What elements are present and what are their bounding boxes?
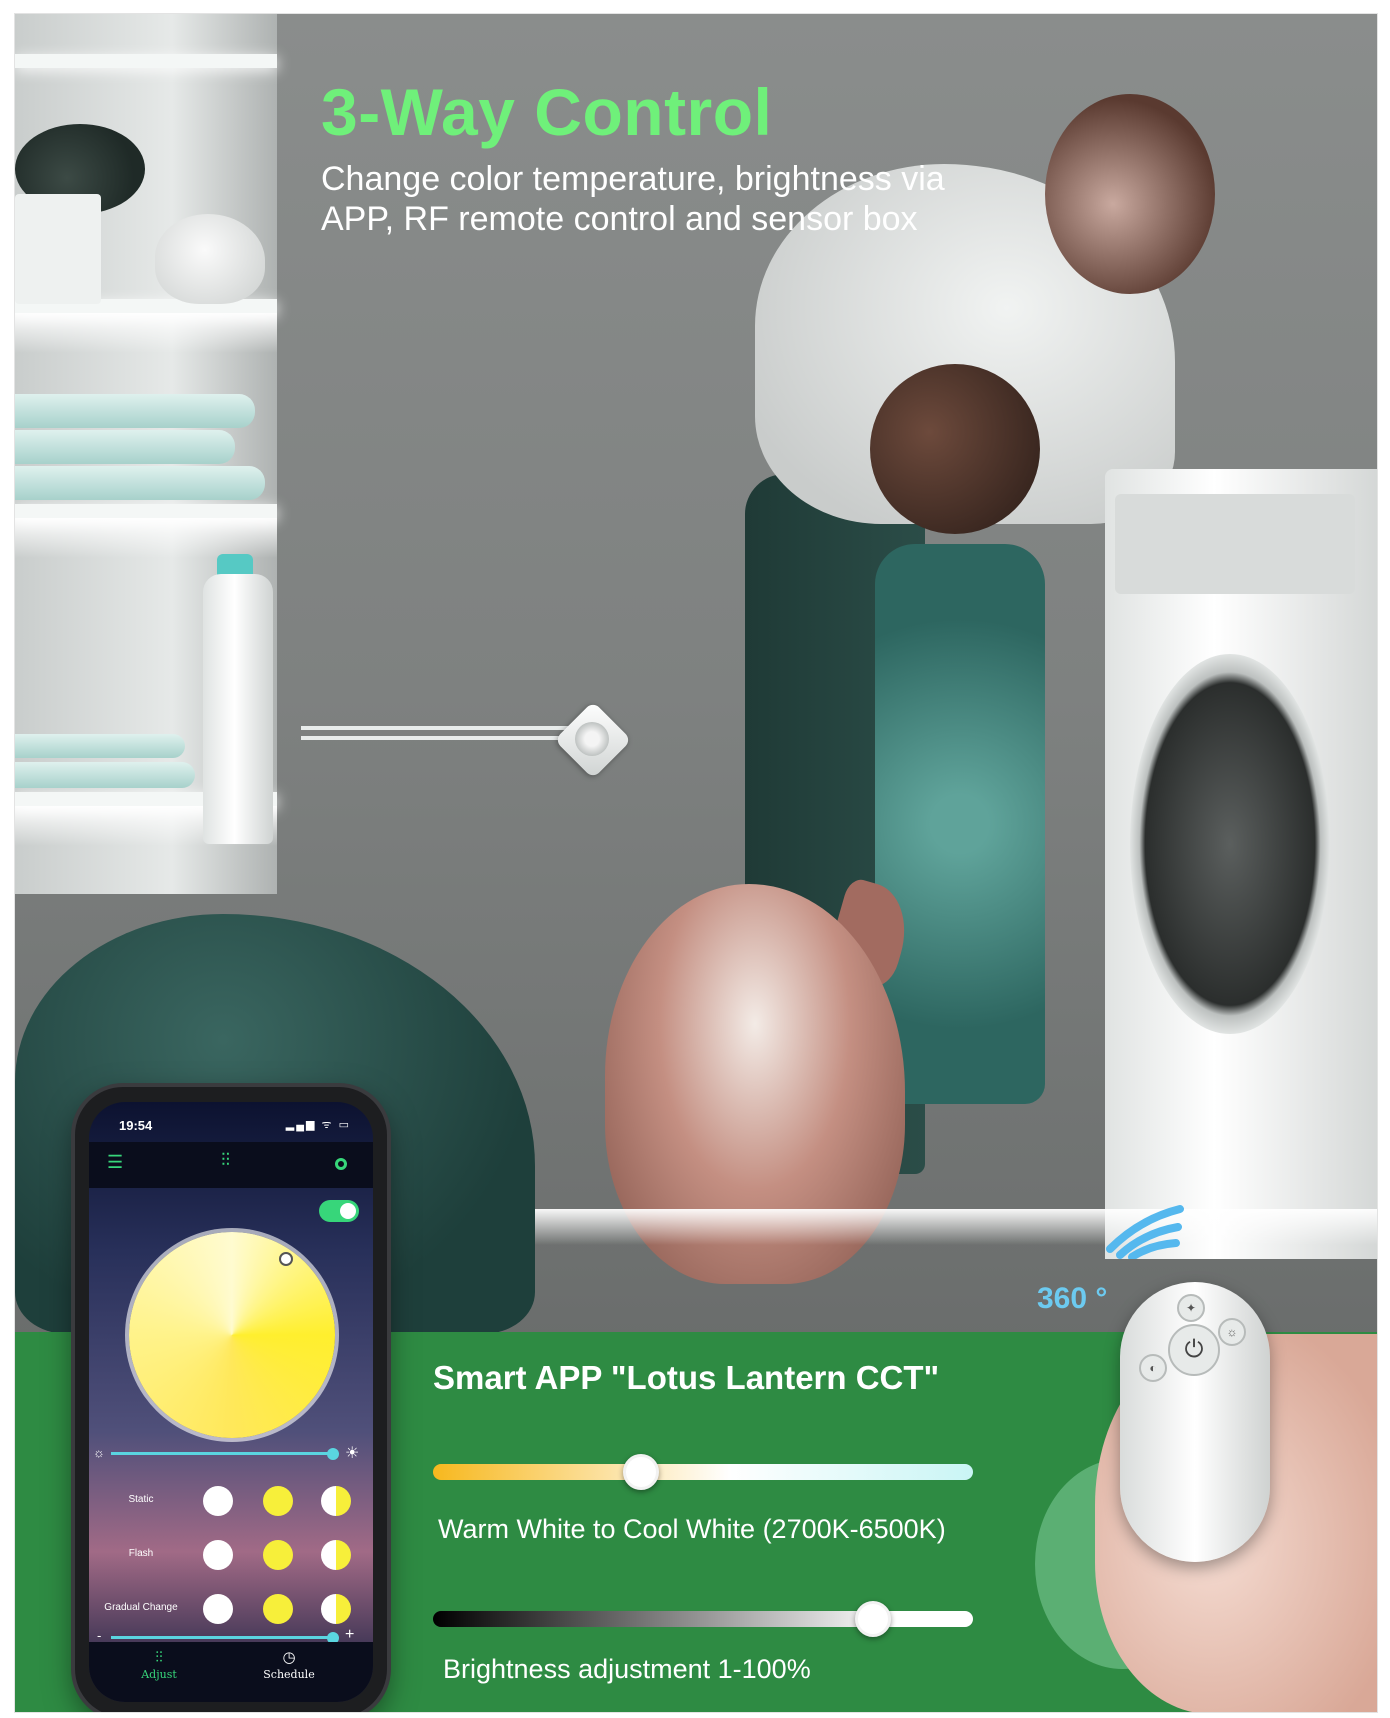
clock-icon: ◷ [282,1648,296,1666]
speed-slider[interactable] [111,1636,329,1639]
washer-door [1130,654,1330,1034]
detergent-bottle-image [203,574,273,844]
equalizer-icon: ⫶⫶ [155,1648,163,1666]
towel-image [15,430,235,464]
speed-minus[interactable]: - [97,1628,101,1643]
cct-label: Warm White to Cool White (2700K-6500K) [438,1514,946,1544]
brightness-slider-track [433,1611,973,1627]
shelf [15,54,277,68]
subtitle: Change color temperature, brightness via… [321,160,945,238]
color-picker-handle[interactable] [279,1252,293,1266]
mode-flash-mixed[interactable] [321,1540,351,1570]
mode-static-white[interactable] [203,1486,233,1516]
settings-dot-icon[interactable] [335,1158,347,1170]
app-topbar [89,1142,373,1188]
brightness-up-button: ✦ [1177,1294,1205,1322]
towel-image [15,762,195,788]
plant-pot-image [15,194,101,304]
towel-image [15,394,255,428]
brightness-low-icon: ☼ [93,1445,105,1460]
mode-gradual-yellow[interactable] [263,1594,293,1624]
towel-image [15,466,265,500]
headline: 3-Way Control [321,75,773,149]
motion-sensor-icon [575,722,609,756]
girl-image [875,544,1045,1104]
toy-bear-image [155,214,265,304]
cct-slider-knob [623,1454,659,1490]
app-screen: 19:54 ▂▄▆ ᯤ ▭ ☰ ⫶⫶ ☼ ☀ Static Flash Grad… [89,1102,373,1702]
nav-schedule[interactable]: ◷ Schedule [249,1648,329,1681]
mode-gradual-white[interactable] [203,1594,233,1624]
status-icons: ▂▄▆ ᯤ ▭ [285,1119,351,1131]
shelf-light [15,518,277,558]
woman-head-image [1045,94,1215,294]
mode-static-mixed[interactable] [321,1486,351,1516]
led-strip-glow [535,1209,1377,1245]
menu-icon[interactable]: ☰ [107,1152,123,1173]
mode-flash-yellow[interactable] [263,1540,293,1570]
shelf [15,504,277,518]
mode-label-gradual: Gradual Change [104,1602,178,1613]
mode-static-yellow[interactable] [263,1486,293,1516]
cct-button: ☼ [1218,1318,1246,1346]
mode-flash-white[interactable] [203,1540,233,1570]
sensor-cable [301,726,591,730]
nav-adjust[interactable]: ⫶⫶ Adjust [119,1648,199,1681]
color-temperature-wheel[interactable] [129,1232,335,1438]
mode-gradual-mixed[interactable] [321,1594,351,1624]
washer-control-panel [1115,494,1355,594]
mode-button: ◐ [1139,1354,1167,1382]
nav-schedule-label: Schedule [263,1668,315,1681]
power-icon: ⏻ [1168,1324,1220,1376]
ad-frame: 3-Way Control Change color temperature, … [14,13,1378,1713]
towel-image [15,734,185,758]
sensor-cable [301,736,601,740]
angle-label: 360 ° [1037,1282,1108,1315]
status-time: 19:54 [119,1118,153,1133]
band-title: Smart APP "Lotus Lantern CCT" [433,1359,940,1396]
shelf-light [15,313,277,353]
girl-head-image [870,364,1040,534]
equalizer-icon[interactable]: ⫶⫶ [221,1150,230,1171]
brightness-high-icon: ☀ [345,1445,360,1462]
brightness-slider-knob [855,1601,891,1637]
wireless-signal-icon [1106,1205,1184,1259]
brightness-slider-knob[interactable] [327,1448,339,1460]
brightness-slider[interactable] [111,1452,329,1455]
brightness-label: Brightness adjustment 1-100% [443,1654,811,1684]
power-toggle[interactable] [319,1200,359,1222]
mode-label-flash: Flash [128,1548,154,1559]
cct-slider-track [433,1464,973,1480]
nav-adjust-label: Adjust [141,1668,177,1681]
mode-label-static: Static [128,1494,154,1505]
